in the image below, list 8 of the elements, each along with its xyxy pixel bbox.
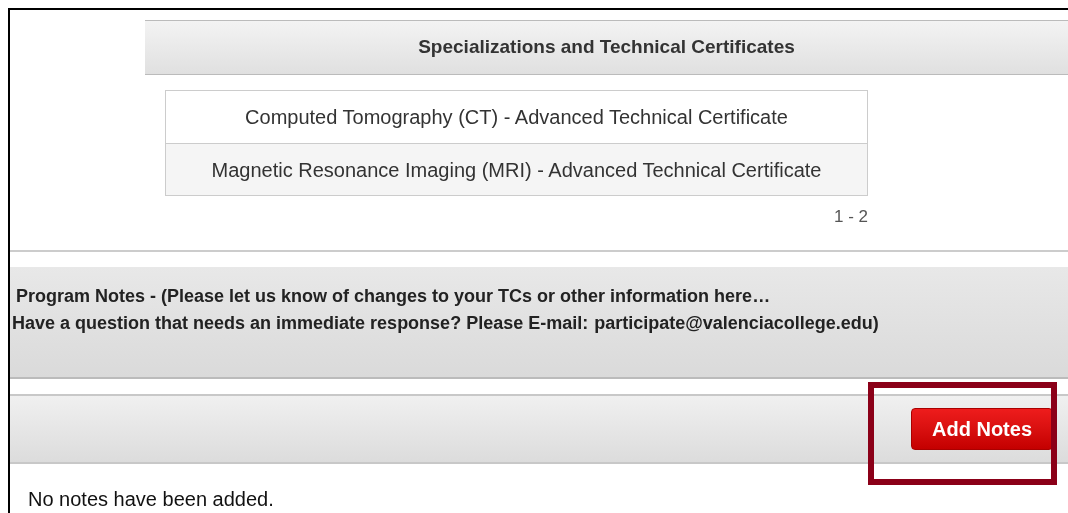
notes-heading: Program Notes - (Please let us know of changes to your TCs or other information here… xyxy=(16,284,772,308)
question-text: Have a question that needs an immediate response? Please E-mail: xyxy=(12,311,589,335)
empty-message: No notes have been added. xyxy=(28,487,274,510)
table-cell: Magnetic Resonance Imaging (MRI) - Advanced Technical Certificate xyxy=(166,143,867,195)
section-header: Specializations and Technical Certificates xyxy=(145,20,1068,75)
pagination-count: 1 - 2 xyxy=(833,206,868,228)
email-address: participate@valenciacollege.edu) xyxy=(594,311,879,335)
add-notes-button[interactable]: Add Notes xyxy=(911,407,1053,450)
